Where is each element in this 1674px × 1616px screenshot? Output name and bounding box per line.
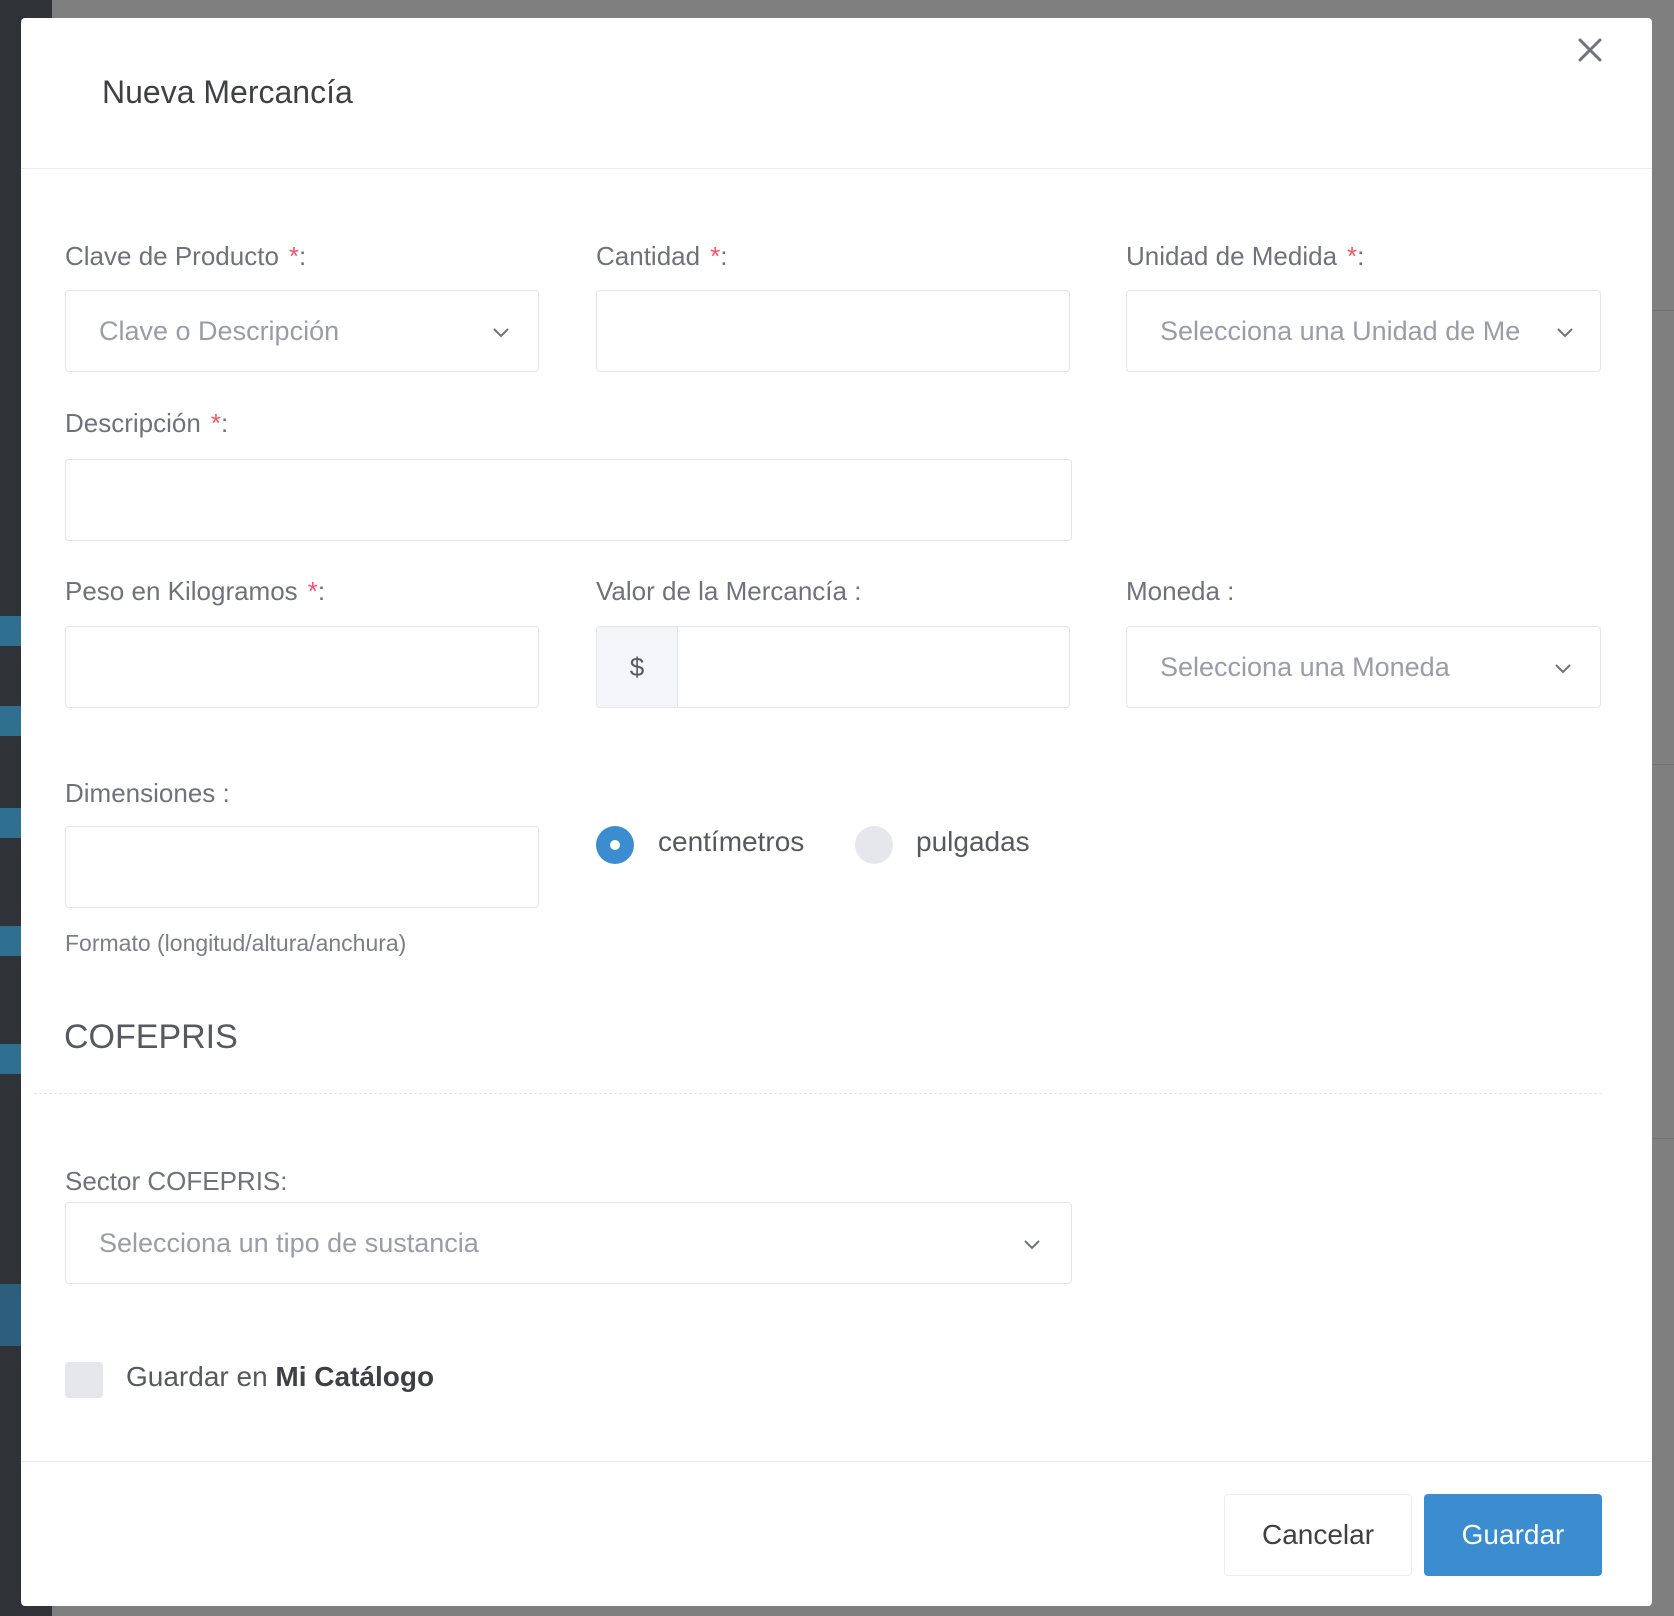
background-add-icon [0, 616, 22, 646]
modal-title: Nueva Mercancía [102, 74, 353, 110]
dimensiones-label: Dimensiones : [65, 778, 230, 808]
modal-header: Nueva Mercancía [21, 18, 1652, 169]
clave-producto-label-text: Clave de Producto [65, 241, 279, 271]
unidad-medida-select[interactable]: Selecciona una Unidad de Me [1126, 290, 1601, 372]
close-icon[interactable] [1572, 32, 1608, 68]
save-to-catalog-label[interactable]: Guardar en Mi Catálogo [126, 1361, 434, 1393]
catalog-label-bold: Mi Catálogo [275, 1361, 435, 1392]
radio-centimetros-label[interactable]: centímetros [658, 826, 804, 858]
valor-label: Valor de la Mercancía : [596, 576, 862, 606]
cantidad-label-text: Cantidad [596, 241, 701, 271]
cantidad-input[interactable] [596, 290, 1070, 372]
currency-prefix: $ [597, 627, 678, 707]
chevron-down-icon [1557, 328, 1573, 338]
modal-footer-divider [21, 1461, 1652, 1462]
descripcion-label-text: Descripción [65, 408, 201, 438]
background-highlight [0, 1284, 22, 1346]
cancel-button[interactable]: Cancelar [1224, 1494, 1412, 1576]
required-marker: * [307, 576, 318, 606]
new-merchandise-modal: Nueva Mercancía Clave de Producto *: Clav… [21, 18, 1652, 1606]
chevron-down-icon [1024, 1240, 1040, 1250]
radio-pulgadas[interactable] [855, 826, 893, 864]
cofepris-section-title: COFEPRIS [64, 1018, 238, 1056]
moneda-placeholder: Selecciona una Moneda [1160, 651, 1450, 682]
descripcion-input[interactable] [65, 459, 1072, 541]
required-marker: * [210, 408, 221, 438]
required-marker: * [288, 241, 300, 271]
moneda-select[interactable]: Selecciona una Moneda [1126, 626, 1601, 708]
dimensiones-input[interactable] [65, 826, 539, 908]
unidad-medida-label-text: Unidad de Medida [1126, 241, 1338, 271]
clave-producto-select[interactable]: Clave o Descripción [65, 290, 539, 372]
background-add-icon [0, 706, 22, 736]
cantidad-label: Cantidad *: [596, 241, 727, 272]
background-add-icon [0, 926, 22, 956]
sector-cofepris-label: Sector COFEPRIS: [65, 1166, 288, 1196]
background-add-icon [0, 808, 22, 838]
label-colon: : [299, 241, 307, 271]
label-colon: : [317, 576, 326, 606]
descripcion-label: Descripción *: [65, 408, 228, 439]
sector-cofepris-placeholder: Selecciona un tipo de sustancia [99, 1227, 479, 1258]
moneda-label: Moneda : [1126, 576, 1235, 606]
label-colon: : [220, 408, 229, 438]
clave-producto-label: Clave de Producto *: [65, 241, 306, 272]
chevron-down-icon [493, 328, 509, 338]
peso-label-text: Peso en Kilogramos [65, 576, 298, 606]
peso-input[interactable] [65, 626, 539, 708]
required-marker: * [710, 241, 721, 271]
radio-pulgadas-label[interactable]: pulgadas [916, 826, 1030, 858]
peso-label: Peso en Kilogramos *: [65, 576, 325, 607]
sector-cofepris-select[interactable]: Selecciona un tipo de sustancia [65, 1202, 1072, 1284]
section-divider [34, 1093, 1602, 1094]
unidad-medida-label: Unidad de Medida *: [1126, 241, 1364, 272]
chevron-down-icon [1555, 664, 1571, 674]
valor-input-group: $ [596, 626, 1070, 708]
unidad-medida-placeholder: Selecciona una Unidad de Me [1160, 315, 1521, 346]
dimensiones-help-text: Formato (longitud/altura/anchura) [65, 930, 407, 956]
label-colon: : [720, 241, 728, 271]
background-add-icon [0, 1044, 22, 1074]
required-marker: * [1347, 241, 1358, 271]
clave-producto-placeholder: Clave o Descripción [99, 315, 340, 346]
save-button[interactable]: Guardar [1424, 1494, 1602, 1576]
label-colon: : [1357, 241, 1365, 271]
catalog-label-prefix: Guardar en [126, 1361, 268, 1392]
radio-centimetros[interactable] [596, 826, 634, 864]
save-to-catalog-checkbox[interactable] [65, 1362, 103, 1398]
